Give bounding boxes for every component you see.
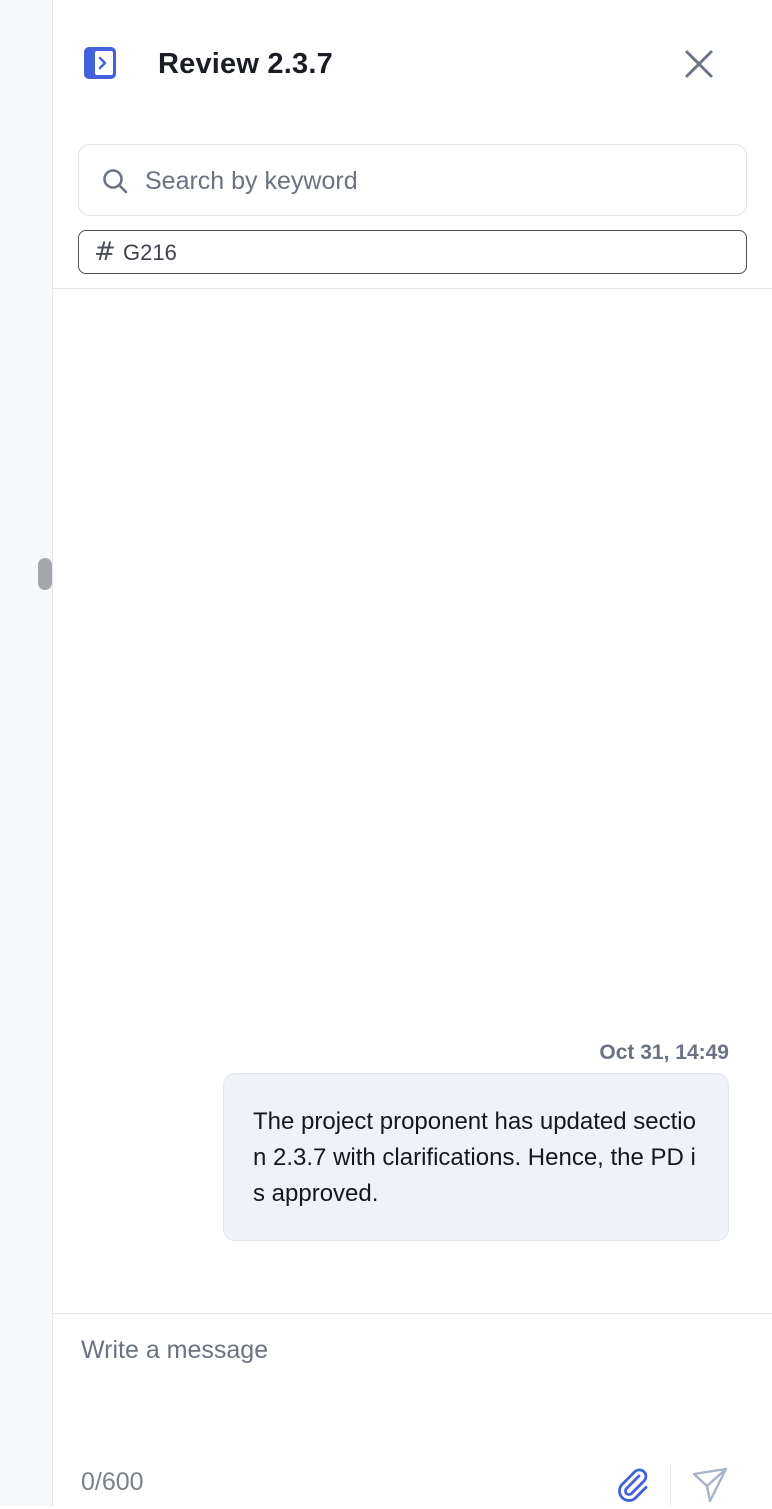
search-field[interactable] [78, 144, 747, 216]
message-input[interactable] [81, 1336, 741, 1426]
left-rail [0, 0, 53, 1506]
hash-icon: # [94, 237, 116, 267]
send-icon[interactable] [691, 1466, 729, 1504]
character-counter: 0/600 [81, 1468, 144, 1496]
search-input[interactable] [145, 159, 725, 203]
message-composer: 0/600 [53, 1314, 772, 1506]
divider [670, 1464, 671, 1506]
message-list[interactable]: Oct 31, 14:49 The project proponent has … [53, 289, 772, 1313]
tag-label: G216 [123, 240, 177, 265]
search-icon [101, 167, 129, 195]
panel-title: Review 2.3.7 [158, 48, 333, 80]
paperclip-icon[interactable] [613, 1464, 651, 1502]
sidebar-collapse-icon[interactable] [82, 45, 118, 81]
close-icon[interactable] [681, 46, 717, 82]
message-bubble: The project proponent has updated sectio… [223, 1073, 729, 1241]
resize-handle[interactable] [38, 558, 52, 590]
message-timestamp: Oct 31, 14:49 [599, 1041, 729, 1064]
review-panel: Review 2.3.7 # G216 Oct 31, 14:49 The pr… [53, 0, 772, 1506]
panel-header: Review 2.3.7 [53, 0, 772, 216]
tag-filter-chip[interactable]: # G216 [78, 230, 747, 274]
